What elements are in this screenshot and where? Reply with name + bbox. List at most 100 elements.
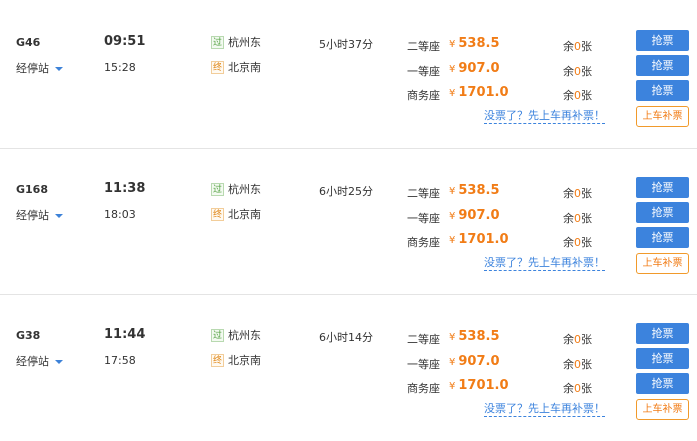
remaining-second: 余0张: [563, 38, 592, 54]
remaining-prefix: 余: [563, 333, 574, 346]
remaining-count: 0: [574, 89, 581, 102]
terminal-badge: 终: [211, 60, 224, 74]
train-number[interactable]: G38: [16, 329, 40, 342]
grab-ticket-button-first[interactable]: 抢票: [636, 202, 689, 223]
train-number[interactable]: G168: [16, 183, 48, 196]
from-station: 过杭州东: [211, 181, 261, 197]
stops-dropdown[interactable]: 经停站: [16, 60, 63, 76]
from-station-name: 杭州东: [228, 36, 261, 49]
seat-class-first: 一等座: [407, 65, 440, 78]
makeup-ticket-link[interactable]: 没票了？先上车再补票！: [484, 109, 605, 124]
price-value: 907.0: [458, 208, 500, 223]
seat-class-first: 一等座: [407, 358, 440, 371]
price-value: 907.0: [458, 354, 500, 369]
remaining-count: 0: [574, 358, 581, 371]
grab-ticket-button-second[interactable]: 抢票: [636, 177, 689, 198]
arrive-time: 17:58: [104, 354, 136, 367]
remaining-suffix: 张: [581, 333, 592, 346]
to-station: 终北京南: [211, 206, 261, 222]
grab-ticket-button-business[interactable]: 抢票: [636, 373, 689, 394]
to-station-name: 北京南: [228, 354, 261, 367]
depart-time: 09:51: [104, 34, 146, 49]
remaining-prefix: 余: [563, 89, 574, 102]
stops-dropdown[interactable]: 经停站: [16, 353, 63, 369]
makeup-ticket-button[interactable]: 上车补票: [636, 399, 689, 420]
yen-symbol: ¥: [449, 88, 456, 99]
pass-through-badge: 过: [211, 328, 224, 342]
makeup-ticket-link[interactable]: 没票了？先上车再补票！: [484, 256, 605, 271]
terminal-badge: 终: [211, 353, 224, 367]
yen-symbol: ¥: [449, 381, 456, 392]
remaining-suffix: 张: [581, 40, 592, 53]
grab-ticket-button-business[interactable]: 抢票: [636, 80, 689, 101]
depart-time: 11:44: [104, 327, 146, 342]
remaining-prefix: 余: [563, 40, 574, 53]
makeup-ticket-button[interactable]: 上车补票: [636, 253, 689, 274]
remaining-prefix: 余: [563, 187, 574, 200]
seat-class-second: 二等座: [407, 187, 440, 200]
stops-label: 经停站: [16, 209, 49, 222]
remaining-count: 0: [574, 65, 581, 78]
train-row: G168 经停站 11:38 18:03 过杭州东 终北京南 6小时25分 二等…: [0, 149, 697, 295]
row-divider: [0, 148, 697, 149]
seat-class-first: 一等座: [407, 212, 440, 225]
remaining-prefix: 余: [563, 236, 574, 249]
yen-symbol: ¥: [449, 235, 456, 246]
from-station-name: 杭州东: [228, 183, 261, 196]
price-value: 1701.0: [458, 85, 509, 100]
seat-class-business: 商务座: [407, 89, 440, 102]
makeup-ticket-link[interactable]: 没票了？先上车再补票！: [484, 402, 605, 417]
remaining-suffix: 张: [581, 89, 592, 102]
remaining-business: 余0张: [563, 87, 592, 103]
to-station: 终北京南: [211, 59, 261, 75]
stops-dropdown[interactable]: 经停站: [16, 207, 63, 223]
remaining-second: 余0张: [563, 331, 592, 347]
remaining-suffix: 张: [581, 382, 592, 395]
remaining-suffix: 张: [581, 212, 592, 225]
grab-ticket-button-second[interactable]: 抢票: [636, 323, 689, 344]
arrive-time: 15:28: [104, 61, 136, 74]
grab-ticket-button-first[interactable]: 抢票: [636, 348, 689, 369]
price-value: 907.0: [458, 61, 500, 76]
price-value: 538.5: [458, 183, 500, 198]
chevron-down-icon: [55, 360, 63, 364]
remaining-prefix: 余: [563, 65, 574, 78]
from-station: 过杭州东: [211, 327, 261, 343]
pass-through-badge: 过: [211, 182, 224, 196]
remaining-prefix: 余: [563, 358, 574, 371]
stops-label: 经停站: [16, 355, 49, 368]
price-business: ¥1701.0: [449, 85, 509, 100]
from-station: 过杭州东: [211, 34, 261, 50]
price-business: ¥1701.0: [449, 378, 509, 393]
remaining-count: 0: [574, 40, 581, 53]
remaining-first: 余0张: [563, 356, 592, 372]
train-number[interactable]: G46: [16, 36, 40, 49]
yen-symbol: ¥: [449, 332, 456, 343]
makeup-ticket-button[interactable]: 上车补票: [636, 106, 689, 127]
remaining-suffix: 张: [581, 187, 592, 200]
grab-ticket-button-business[interactable]: 抢票: [636, 227, 689, 248]
remaining-count: 0: [574, 236, 581, 249]
train-row: G46 经停站 09:51 15:28 过杭州东 终北京南 5小时37分 二等座…: [0, 2, 697, 148]
grab-ticket-button-second[interactable]: 抢票: [636, 30, 689, 51]
price-second: ¥538.5: [449, 329, 500, 344]
price-value: 538.5: [458, 329, 500, 344]
seat-class-business: 商务座: [407, 382, 440, 395]
price-second: ¥538.5: [449, 36, 500, 51]
remaining-second: 余0张: [563, 185, 592, 201]
pass-through-badge: 过: [211, 35, 224, 49]
yen-symbol: ¥: [449, 211, 456, 222]
seat-class-second: 二等座: [407, 40, 440, 53]
yen-symbol: ¥: [449, 64, 456, 75]
remaining-count: 0: [574, 187, 581, 200]
to-station-name: 北京南: [228, 208, 261, 221]
depart-time: 11:38: [104, 181, 146, 196]
yen-symbol: ¥: [449, 186, 456, 197]
terminal-badge: 终: [211, 207, 224, 221]
travel-duration: 6小时14分: [319, 331, 373, 344]
chevron-down-icon: [55, 67, 63, 71]
grab-ticket-button-first[interactable]: 抢票: [636, 55, 689, 76]
to-station-name: 北京南: [228, 61, 261, 74]
price-first: ¥907.0: [449, 208, 500, 223]
arrive-time: 18:03: [104, 208, 136, 221]
